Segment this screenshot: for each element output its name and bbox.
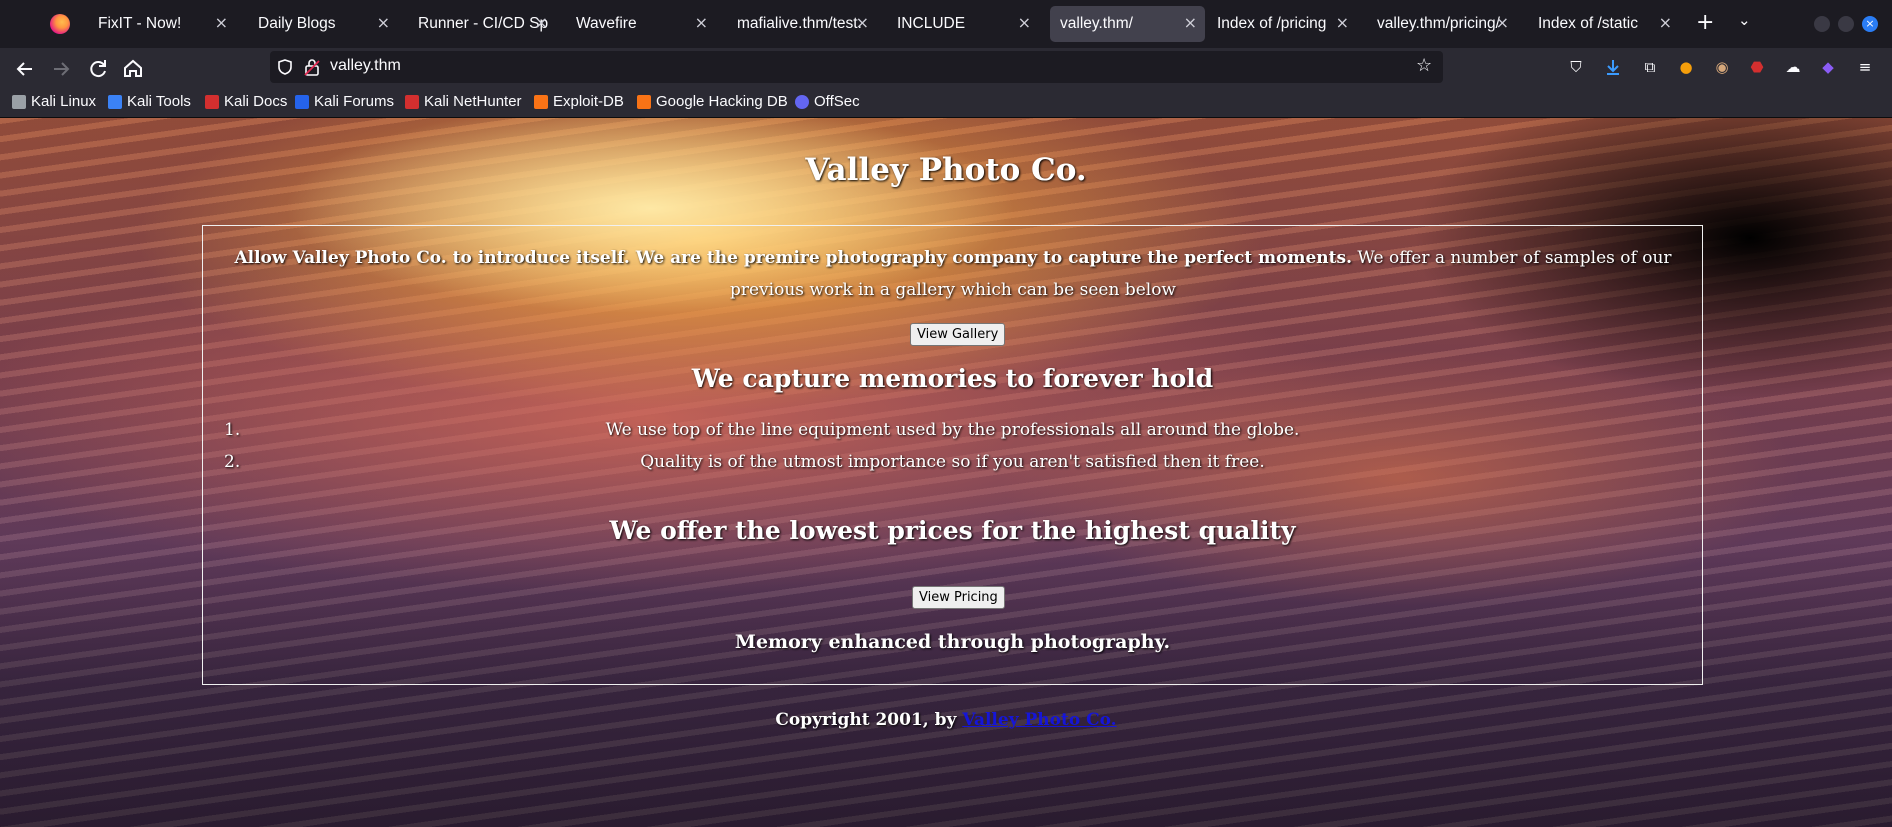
bookmarks-toolbar: Kali Linux Kali Tools Kali Docs Kali For… (0, 88, 1892, 118)
back-icon[interactable] (12, 56, 38, 82)
tagline: Memory enhanced through photography. (734, 631, 1171, 653)
footer-copyright: Copyright 2001, by (775, 710, 963, 730)
view-gallery-button[interactable]: View Gallery (910, 323, 1006, 346)
tab-strip: FixIT - Now! × Daily Blogs × Runner - CI… (0, 0, 1892, 48)
tab-close-icon[interactable]: × (1184, 13, 1197, 32)
bookmark-label: Google Hacking DB (656, 93, 788, 110)
tab-valley[interactable]: valley.thm/ × (1050, 6, 1205, 42)
tab-index-pricing[interactable]: Index of /pricing × (1207, 6, 1357, 42)
offsec-icon (795, 94, 809, 109)
list-all-tabs-icon[interactable]: ⌄ (1738, 11, 1751, 29)
app-menu-icon[interactable]: ≡ (1855, 57, 1875, 77)
ghdb-icon (637, 94, 651, 109)
tab-mafialive[interactable]: mafialive.thm/test. × (727, 6, 877, 42)
bookmark-label: Kali NetHunter (424, 93, 522, 110)
bookmark-kali-linux[interactable]: Kali Linux (12, 93, 96, 110)
extensions-icon[interactable]: ⧉ (1640, 57, 1660, 77)
wappalyzer-icon[interactable]: ◆ (1818, 57, 1838, 77)
prices-heading: We offer the lowest prices for the highe… (609, 516, 1296, 545)
tab-title: Runner - CI/CD Spe (418, 15, 548, 32)
url-bar[interactable]: valley.thm ☆ (270, 51, 1443, 83)
exploit-db-icon (534, 94, 548, 109)
bookmark-label: Kali Linux (31, 93, 97, 110)
kali-docs-icon (205, 94, 219, 109)
tracking-protection-shield-icon[interactable] (276, 58, 294, 76)
bookmark-offsec[interactable]: OffSec (795, 93, 860, 110)
bookmark-kali-nethunter[interactable]: Kali NetHunter (405, 93, 522, 110)
tab-title: valley.thm/pricing/ (1377, 15, 1500, 32)
kali-forums-icon (295, 94, 309, 109)
intro-paragraph: Allow Valley Photo Co. to introduce itse… (205, 242, 1701, 306)
downloads-icon[interactable] (1603, 57, 1623, 77)
tab-title: valley.thm/ (1060, 15, 1133, 32)
bookmark-label: Kali Forums (314, 93, 395, 110)
bookmark-label: OffSec (814, 93, 860, 110)
footer-company-link[interactable]: Valley Photo Co. (962, 710, 1116, 730)
burp-extension-icon[interactable]: ● (1676, 57, 1696, 77)
bookmark-kali-tools[interactable]: Kali Tools (108, 93, 191, 110)
cookie-editor-icon[interactable]: ☁ (1783, 57, 1803, 77)
maximize-icon[interactable] (1838, 16, 1854, 32)
content-box: Allow Valley Photo Co. to introduce itse… (202, 225, 1703, 685)
bookmark-google-hacking-db[interactable]: Google Hacking DB (637, 93, 788, 110)
tab-title: Daily Blogs (258, 15, 336, 32)
firefox-icon[interactable] (50, 14, 70, 34)
window-close-icon[interactable]: × (1862, 16, 1878, 32)
forward-icon[interactable] (48, 56, 74, 82)
tab-close-icon[interactable]: × (856, 13, 869, 32)
tab-fixit[interactable]: FixIT - Now! × (88, 6, 236, 42)
tab-index-static[interactable]: Index of /static × (1528, 6, 1680, 42)
intro-bold: Allow Valley Photo Co. to introduce itse… (234, 248, 1352, 268)
tab-title: INCLUDE (897, 15, 966, 32)
kali-tools-icon (108, 94, 122, 109)
tab-title: Index of /static (1538, 15, 1638, 32)
url-text[interactable]: valley.thm (330, 57, 401, 75)
page-title: Valley Photo Co. (805, 152, 1087, 188)
ublock-origin-icon[interactable]: ⬣ (1747, 57, 1767, 77)
list-item: Quality is of the utmost importance so i… (640, 452, 1265, 472)
tab-close-icon[interactable]: × (535, 13, 548, 32)
home-icon[interactable] (120, 56, 146, 82)
bookmark-label: Kali Docs (224, 93, 288, 110)
tab-valley-pricing[interactable]: valley.thm/pricing/ × (1367, 6, 1517, 42)
foxyproxy-icon[interactable]: ◉ (1712, 57, 1732, 77)
tab-title: Index of /pricing (1217, 15, 1327, 32)
page-content: Valley Photo Co. Allow Valley Photo Co. … (0, 118, 1892, 827)
tab-title: mafialive.thm/test. (737, 15, 862, 32)
insecure-lock-icon[interactable] (304, 58, 320, 76)
tab-daily-blogs[interactable]: Daily Blogs × (248, 6, 398, 42)
footer: Copyright 2001, by Valley Photo Co. (0, 710, 1892, 730)
tab-close-icon[interactable]: × (215, 13, 228, 32)
tab-title: FixIT - Now! (98, 15, 182, 32)
nethunter-icon (405, 94, 419, 109)
tab-close-icon[interactable]: × (1336, 13, 1349, 32)
list-item: We use top of the line equipment used by… (605, 420, 1300, 440)
tab-close-icon[interactable]: × (1018, 13, 1031, 32)
bookmark-exploit-db[interactable]: Exploit-DB (534, 93, 624, 110)
view-pricing-button[interactable]: View Pricing (912, 586, 1005, 609)
tab-close-icon[interactable]: × (1496, 13, 1509, 32)
tab-close-icon[interactable]: × (377, 13, 390, 32)
memories-heading: We capture memories to forever hold (691, 364, 1214, 393)
new-tab-icon[interactable]: + (1696, 10, 1714, 35)
pocket-icon[interactable]: ⛉ (1566, 57, 1586, 77)
bookmark-label: Kali Tools (127, 93, 191, 110)
bookmark-kali-forums[interactable]: Kali Forums (295, 93, 394, 110)
tab-wavefire[interactable]: Wavefire × (566, 6, 716, 42)
bookmark-star-icon[interactable]: ☆ (1416, 55, 1432, 76)
reload-icon[interactable] (85, 56, 111, 82)
minimize-icon[interactable] (1814, 16, 1830, 32)
tab-runner[interactable]: Runner - CI/CD Spe × (408, 6, 556, 42)
tab-close-icon[interactable]: × (695, 13, 708, 32)
tab-title: Wavefire (576, 15, 637, 32)
bookmark-kali-docs[interactable]: Kali Docs (205, 93, 287, 110)
tab-include[interactable]: INCLUDE × (887, 6, 1039, 42)
bookmark-label: Exploit-DB (553, 93, 624, 110)
tab-close-icon[interactable]: × (1659, 13, 1672, 32)
kali-dragon-icon (12, 94, 26, 109)
